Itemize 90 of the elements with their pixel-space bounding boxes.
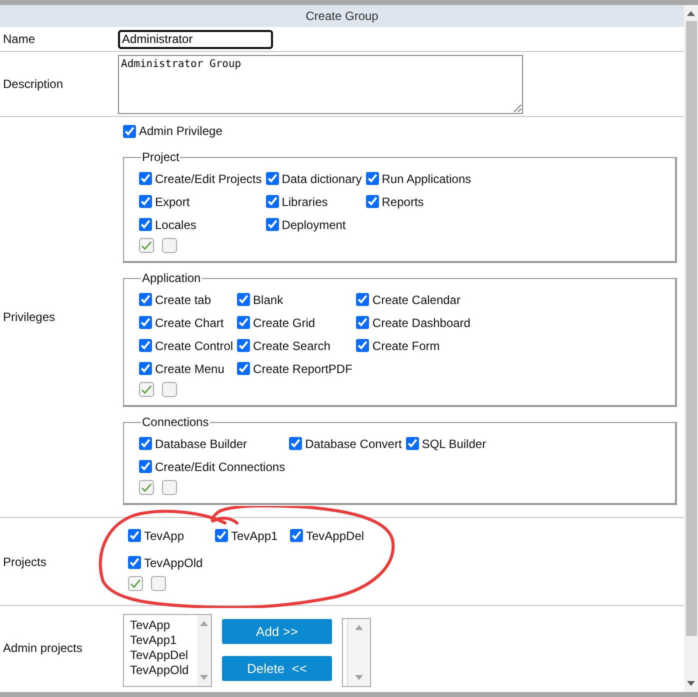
deselect-all-button[interactable] <box>162 238 177 253</box>
checkbox-label: TevAppDel <box>306 528 364 542</box>
privilege-checkbox[interactable] <box>237 362 250 375</box>
checkbox-label: SQL Builder <box>422 436 486 450</box>
privilege-checkbox[interactable] <box>237 316 250 329</box>
privilege-checkbox[interactable] <box>366 172 379 185</box>
dialog-title: Create Group <box>306 9 378 23</box>
check-icon <box>141 385 152 394</box>
select-all-button[interactable] <box>128 576 143 591</box>
deselect-all-button[interactable] <box>162 480 177 495</box>
group-title: Project <box>141 150 180 164</box>
project-checkbox[interactable] <box>128 556 141 569</box>
checkbox-label: Create Menu <box>155 362 224 376</box>
checkbox-label: Create Form <box>372 338 440 352</box>
checkbox-label: Blank <box>253 292 284 306</box>
checkbox-label: TevApp1 <box>231 528 278 542</box>
list-item[interactable]: TevAppOld <box>130 663 194 678</box>
privilege-checkbox[interactable] <box>139 218 152 231</box>
checkbox-label: TevApp <box>144 528 184 542</box>
select-all-button[interactable] <box>139 480 154 495</box>
checkbox-label: Reports <box>382 194 424 208</box>
add-button[interactable]: Add >> <box>222 619 332 644</box>
scroll-down-icon[interactable] <box>687 681 695 686</box>
privilege-checkbox[interactable] <box>139 316 152 329</box>
privilege-checkbox[interactable] <box>237 293 250 306</box>
field-label: Privileges <box>2 310 56 324</box>
name-field[interactable]: Administrator <box>118 30 273 48</box>
select-all-button[interactable] <box>139 238 154 253</box>
group-title: Application <box>141 271 202 285</box>
privilege-checkbox[interactable] <box>366 195 379 208</box>
project-checkbox[interactable] <box>215 529 228 542</box>
checkbox-label: Create Control <box>155 338 234 352</box>
privilege-checkbox[interactable] <box>139 172 152 185</box>
privilege-checkbox[interactable] <box>289 437 302 450</box>
checkbox-label: Create ReportPDF <box>253 362 352 376</box>
field-label: Projects <box>2 554 48 568</box>
checkbox-label: Create Calendar <box>372 292 460 306</box>
privilege-checkbox[interactable] <box>266 172 279 185</box>
admin-privilege-checkbox[interactable] <box>123 124 136 138</box>
checkbox-label: Create tab <box>155 292 212 306</box>
checkbox-label: Libraries <box>282 194 328 208</box>
checkbox-label: Create/Edit Projects <box>155 172 262 186</box>
deselect-all-button[interactable] <box>162 382 177 397</box>
privilege-checkbox[interactable] <box>139 437 152 450</box>
list-item[interactable]: TevApp1 <box>130 633 194 648</box>
checkbox-label: Create Grid <box>253 316 316 330</box>
privilege-checkbox[interactable] <box>139 293 152 306</box>
checkbox-label: Create Search <box>253 338 330 352</box>
checkbox-label: Deployment <box>282 218 346 232</box>
checkbox-label: TevAppOld <box>144 556 203 570</box>
privilege-checkbox[interactable] <box>356 293 370 306</box>
checkbox-label: Database Convert <box>305 436 402 450</box>
privilege-checkbox[interactable] <box>356 316 370 329</box>
privilege-checkbox[interactable] <box>406 437 419 450</box>
privilege-checkbox[interactable] <box>139 339 152 352</box>
scrollbar-thumb[interactable] <box>686 21 696 636</box>
check-icon <box>141 483 152 492</box>
scroll-up-icon[interactable] <box>687 11 695 16</box>
list-item[interactable]: TevApp <box>130 618 194 633</box>
checkbox-label: Export <box>155 194 190 208</box>
field-label: Description <box>2 77 64 91</box>
privilege-checkbox[interactable] <box>139 362 152 375</box>
privilege-checkbox[interactable] <box>356 339 370 352</box>
scrollbar[interactable] <box>684 5 698 692</box>
list-item[interactable]: TevAppDel <box>130 648 194 663</box>
privilege-checkbox[interactable] <box>266 218 279 231</box>
delete-button[interactable]: Delete << <box>222 656 332 681</box>
check-icon <box>141 241 152 250</box>
field-label: Name <box>2 32 36 46</box>
check-icon <box>130 579 141 588</box>
privilege-checkbox[interactable] <box>139 460 152 473</box>
available-projects-list[interactable]: TevApp TevApp1 TevAppDel TevAppOld <box>123 614 212 687</box>
checkbox-label: Locales <box>155 218 196 232</box>
select-all-button[interactable] <box>139 382 154 397</box>
group-title: Connections <box>141 415 210 429</box>
privilege-checkbox[interactable] <box>139 195 152 208</box>
privilege-checkbox[interactable] <box>237 339 250 352</box>
project-checkbox[interactable] <box>128 529 141 542</box>
project-checkbox[interactable] <box>290 529 303 542</box>
checkbox-label: Create Chart <box>155 316 224 330</box>
description-field[interactable]: Administrator Group <box>118 54 523 114</box>
checkbox-label: Create Dashboard <box>372 316 470 330</box>
checkbox-label: Create/Edit Connections <box>155 460 286 474</box>
checkbox-label: Admin Privilege <box>139 124 222 138</box>
privilege-checkbox[interactable] <box>266 195 279 208</box>
field-label: Admin projects <box>2 640 84 654</box>
checkbox-label: Data dictionary <box>282 172 362 186</box>
checkbox-label: Database Builder <box>155 436 248 450</box>
checkbox-label: Run Applications <box>382 172 472 186</box>
deselect-all-button[interactable] <box>151 576 166 591</box>
